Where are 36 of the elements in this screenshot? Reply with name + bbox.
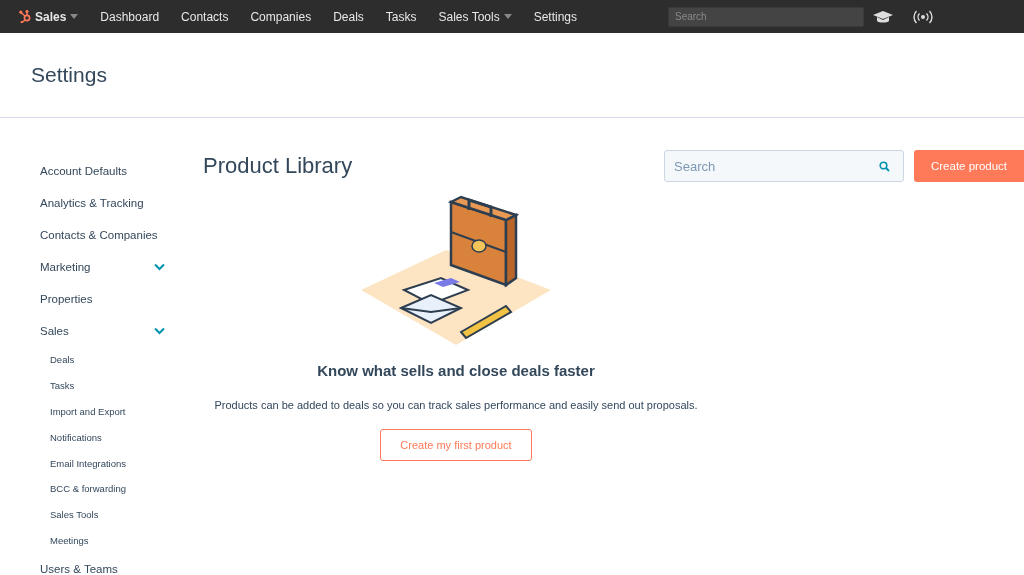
nav-item[interactable]: Contacts (170, 0, 240, 33)
sidebar-subitem[interactable]: Email Integrations (50, 450, 203, 476)
sidebar-subitem[interactable]: Meetings (50, 527, 203, 554)
sidebar-item[interactable]: Sales (40, 315, 165, 347)
empty-state-heading: Know what sells and close deals faster (317, 362, 595, 379)
caret-icon (503, 14, 512, 19)
chevron-down-icon (154, 327, 165, 335)
nav-item[interactable]: Sales (8, 0, 90, 33)
sidebar-subitem[interactable]: Deals (50, 347, 203, 373)
nav-item[interactable]: Dashboard (89, 0, 171, 33)
sidebar-subitem[interactable]: Notifications (50, 424, 203, 451)
nav-item[interactable]: Sales Tools (427, 0, 523, 33)
sidebar-subitem[interactable]: Sales Tools (50, 501, 203, 528)
sidebar-item[interactable]: Contacts & Companies (40, 219, 165, 251)
nav-item[interactable]: Deals (322, 0, 375, 33)
empty-state-text: Products can be added to deals so you can track sales performance and easily send out proposals. (214, 399, 698, 411)
sidebar-item[interactable]: Properties (40, 283, 165, 315)
sidebar-item[interactable]: Users & Teams (40, 553, 165, 575)
page-title: Settings (31, 63, 107, 87)
nav-item[interactable]: Tasks (374, 0, 428, 33)
nav-item[interactable]: Settings (522, 0, 589, 33)
sidebar-subitem[interactable]: Tasks (50, 372, 203, 399)
sidebar-subitem[interactable]: Import and Export (50, 398, 203, 425)
sidebar-item[interactable]: Marketing (40, 251, 165, 283)
search-icon (879, 161, 890, 172)
search-field[interactable]: Search (668, 6, 864, 27)
sidebar-item[interactable]: Analytics & Tracking (40, 187, 165, 219)
nav-item[interactable]: Companies (239, 0, 323, 33)
section-title: Product Library (203, 153, 353, 179)
sidebar-item[interactable]: Account Defaults (40, 155, 165, 187)
caret-icon (70, 14, 79, 19)
broadcast-icon[interactable] (912, 9, 934, 24)
chevron-down-icon (154, 263, 165, 271)
sprocket-logo-icon (19, 10, 31, 23)
sidebar-subitem[interactable]: BCC & forwarding (50, 476, 203, 502)
graduation-cap-icon[interactable] (872, 9, 894, 24)
